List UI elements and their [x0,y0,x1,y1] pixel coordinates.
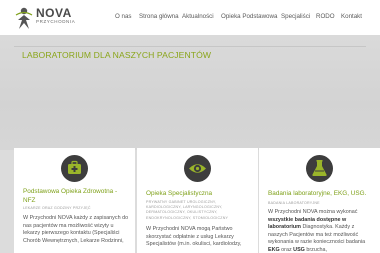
nav-item-rodo[interactable]: RODO [316,13,335,21]
card-title[interactable]: Podstawowa Opieka Zdrowotna - NFZ [23,187,129,205]
service-card-podstawowa[interactable]: Podstawowa Opieka Zdrowotna - NFZ LEKARZ… [14,148,135,253]
hero-banner: LABORATORIUM DLA NASZYCH PACJENTÓW [0,35,380,150]
card-body-emphasis: EKG [268,246,280,253]
card-body-emphasis: USG [293,246,305,253]
nav-item-opieka-podstawowa[interactable]: Opieka Podstawowa [221,13,277,21]
card-tag: LEKARZE ORAZ GODZINY PRZYJĘĆ [23,206,91,210]
logo[interactable]: NOVA PRZYCHODNIA [14,6,94,30]
medical-kit-icon [61,155,88,182]
service-card-specjalistyczna[interactable]: Opieka Specjalistyczna PRYWATNY GABINET … [137,148,258,253]
nav-item-specjalisci[interactable]: Specjaliści [281,13,310,21]
card-body-text: W Przychodni NOVA można wykonać [268,209,358,215]
card-title[interactable]: Badania laboratoryjne, EKG, USG. [268,189,374,198]
card-tag: ENDOKRYNOLOGICZNY, STOMIOLOGICZNY [146,215,229,220]
card-body-text: oraz [279,246,294,253]
site-header: NOVA PRZYCHODNIA O nas Strona główna Akt… [0,0,380,35]
card-body: W Przychodni NOVA mogą Państwo skorzysta… [146,226,242,248]
logo-mark-icon [15,7,33,29]
card-tags: LEKARZE ORAZ GODZINY PRZYJĘĆ [23,206,129,211]
flask-icon [306,155,333,182]
nav-item-kontakt[interactable]: Kontakt [341,13,362,21]
eye-icon [184,155,211,182]
card-body: W Przychodni NOVA można wykonać wszystki… [268,209,374,253]
card-tag: BADANIA LABORATORYJNE [268,201,320,205]
nav-item-aktualnosci[interactable]: Aktualności [182,13,214,21]
card-tags: PRYWATNY GABINET UROLOGICZNY, KARDIOLOGI… [146,200,252,221]
hero-divider [14,46,366,47]
nav-item-strona-glowna[interactable]: Strona główna [139,13,179,21]
nav-item-o-nas[interactable]: O nas [115,13,132,21]
service-card-badania[interactable]: Badania laboratoryjne, EKG, USG. BADANIA… [259,148,380,253]
logo-subtitle: PRZYCHODNIA [36,19,76,24]
card-title[interactable]: Opieka Specjalistyczna [146,189,252,198]
card-body: W Przychodni NOVA każdy z zapisanych do … [23,215,129,244]
logo-name: NOVA [36,6,72,20]
card-body-text: brzucha, [304,246,328,253]
hero-title: LABORATORIUM DLA NASZYCH PACJENTÓW [22,50,212,60]
card-tags: BADANIA LABORATORYJNE [268,201,374,206]
